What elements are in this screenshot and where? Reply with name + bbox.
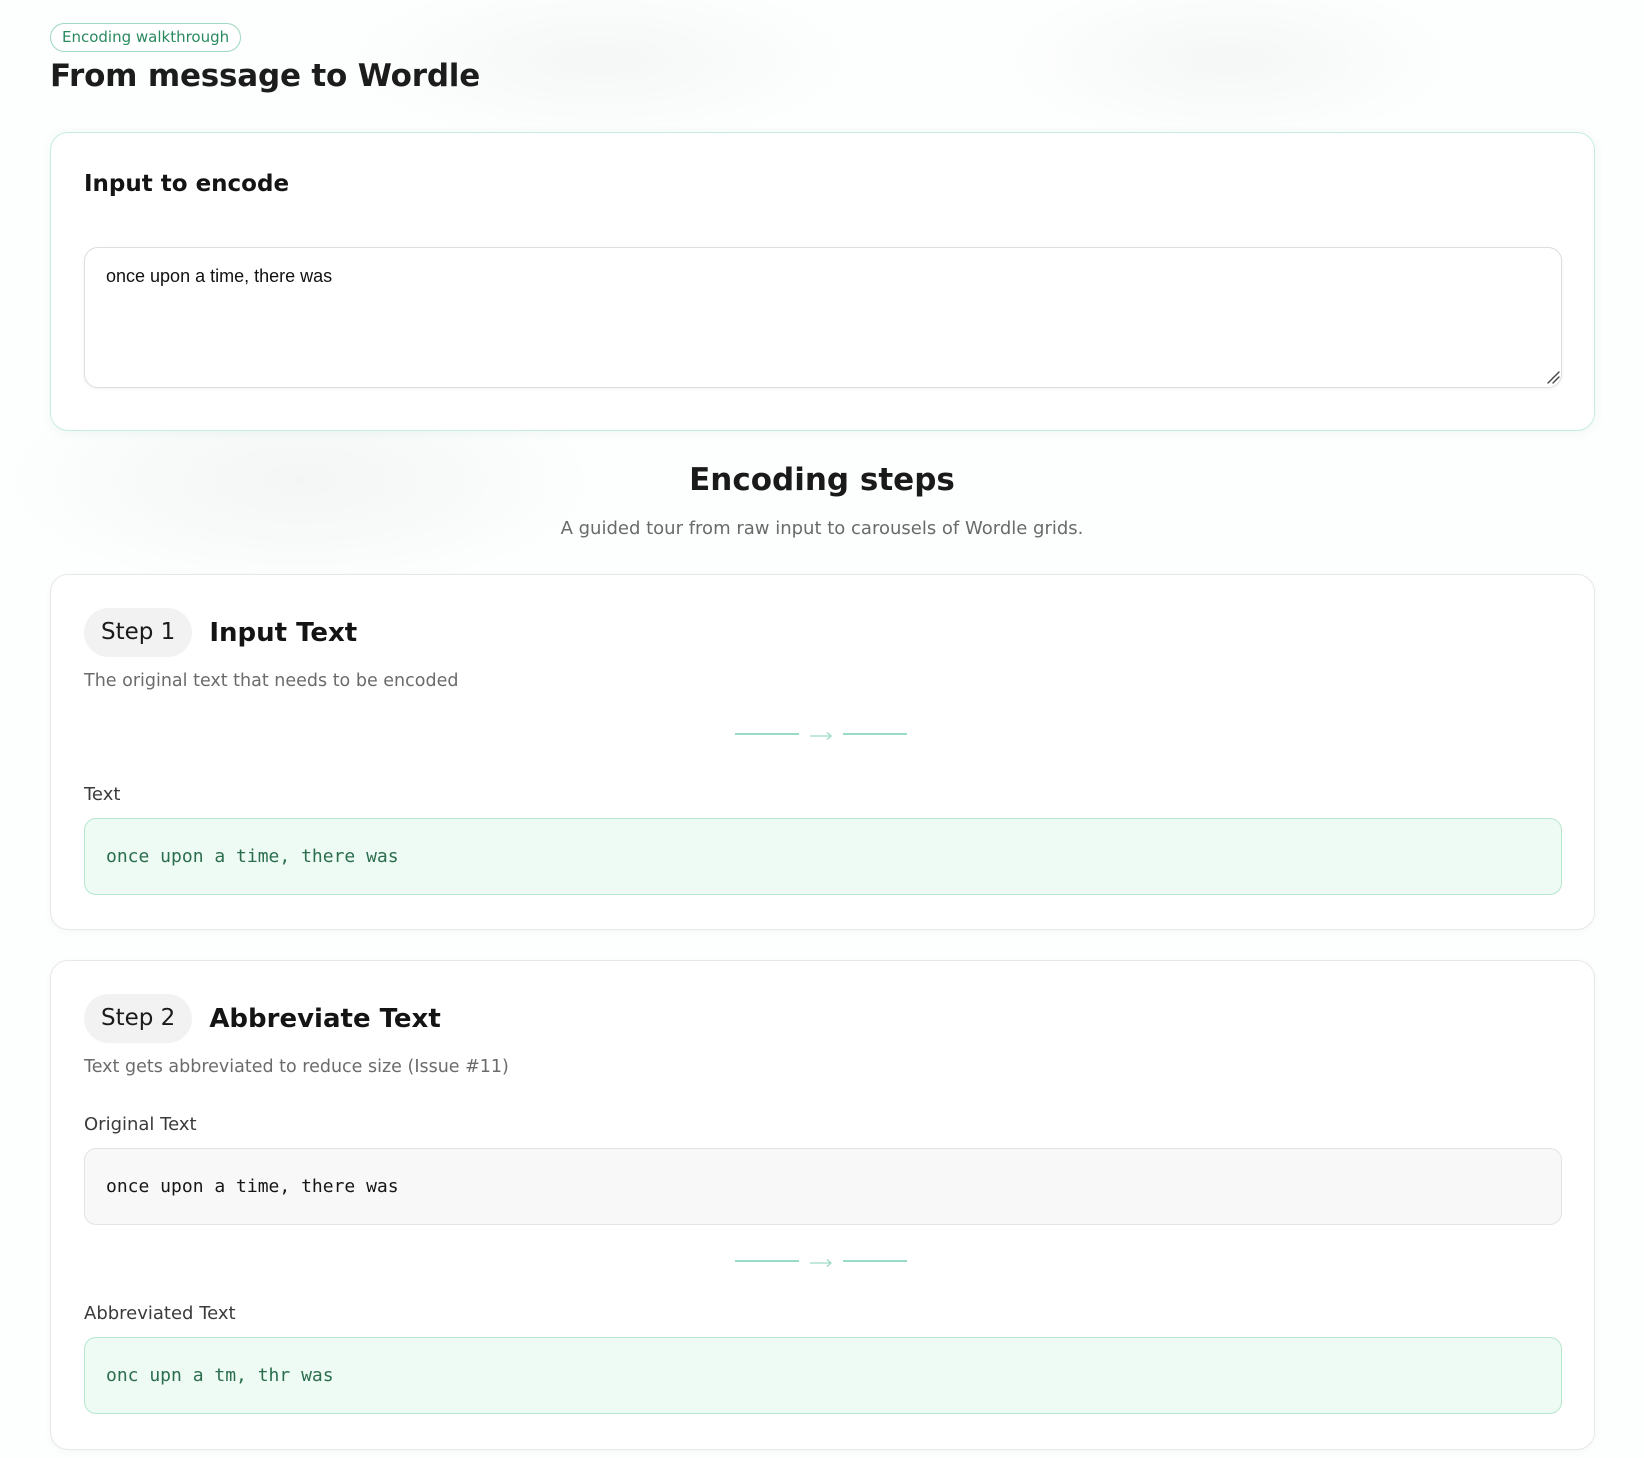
step-header: Step 1 Input Text	[84, 608, 357, 657]
output-value: once upon a time, there was	[84, 818, 1562, 895]
step-pill: Step 2	[84, 994, 193, 1043]
input-card-title: Input to encode	[84, 171, 290, 197]
page-title: From message to Wordle	[50, 58, 481, 94]
page: Encoding walkthrough From message to Wor…	[0, 0, 1644, 1458]
encoding-steps-heading: Encoding steps	[689, 462, 955, 498]
encoding-steps-subheading: A guided tour from raw input to carousel…	[560, 518, 1084, 539]
output-label: Text	[84, 784, 121, 805]
input-label: Original Text	[84, 1114, 197, 1135]
step-card-2: Step 2 Abbreviate Text Text gets abbrevi…	[50, 960, 1595, 1450]
walkthrough-badge: Encoding walkthrough	[50, 23, 242, 52]
output-value: onc upn a tm, thr was	[84, 1337, 1562, 1414]
step-description: Text gets abbreviated to reduce size (Is…	[84, 1057, 509, 1077]
input-card: Input to encode	[50, 132, 1595, 431]
encode-input-textarea[interactable]	[84, 247, 1562, 388]
output-label: Abbreviated Text	[84, 1303, 236, 1324]
step-title: Abbreviate Text	[209, 1003, 441, 1034]
step-description: The original text that needs to be encod…	[84, 671, 459, 691]
arrow-right-icon	[735, 732, 907, 740]
step-title: Input Text	[209, 617, 358, 648]
resize-grip-icon[interactable]	[1546, 370, 1560, 384]
arrow-right-icon	[735, 1259, 907, 1267]
step-header: Step 2 Abbreviate Text	[84, 994, 441, 1043]
step-card-1: Step 1 Input Text The original text that…	[50, 574, 1595, 930]
input-value: once upon a time, there was	[84, 1148, 1562, 1225]
step-pill: Step 1	[84, 608, 193, 657]
